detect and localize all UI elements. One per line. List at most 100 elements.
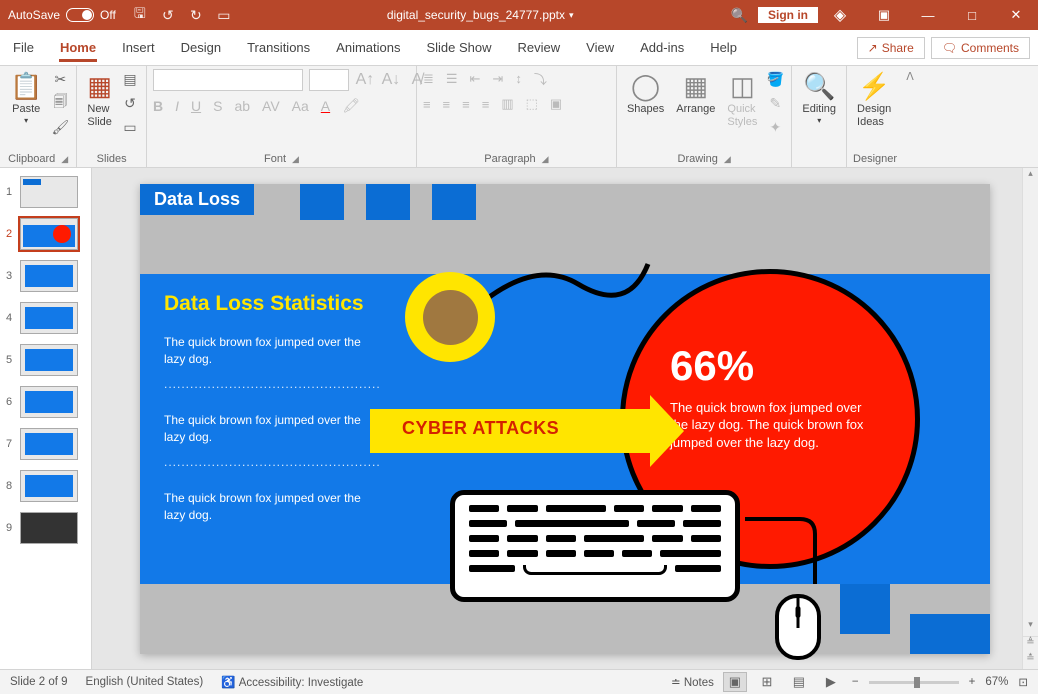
thumbnail-3[interactable]: 3	[0, 258, 91, 294]
tab-animations[interactable]: Animations	[323, 30, 413, 65]
zoom-out-icon[interactable]: −	[852, 676, 859, 688]
slide-canvas-area[interactable]: Data Loss Data Loss Statistics The quick…	[92, 168, 1038, 669]
shape-outline-icon[interactable]: ✎	[765, 93, 785, 113]
text-direction-icon[interactable]: ⤵	[534, 69, 547, 88]
paste-button[interactable]: 📋Paste▾	[6, 69, 46, 127]
footer-square[interactable]	[910, 614, 990, 654]
signin-button[interactable]: Sign in	[758, 7, 818, 23]
stats-title[interactable]: Data Loss Statistics	[164, 292, 364, 316]
keyboard-illustration[interactable]	[450, 490, 740, 602]
stats-text-1[interactable]: The quick brown fox jumped over the lazy…	[164, 334, 364, 369]
layout-icon[interactable]: ▤	[120, 69, 140, 89]
tab-transitions[interactable]: Transitions	[234, 30, 323, 65]
normal-view-icon[interactable]: ▣	[724, 673, 746, 691]
quick-styles-button[interactable]: ◫Quick Styles	[723, 69, 761, 130]
justify-icon[interactable]: ≡	[482, 97, 490, 112]
align-center-icon[interactable]: ≡	[443, 97, 451, 112]
header-square[interactable]	[432, 184, 476, 220]
format-painter-icon[interactable]: 🖌	[50, 117, 70, 137]
tab-home[interactable]: Home	[47, 30, 109, 65]
ribbon-display-icon[interactable]: ▣	[862, 0, 906, 30]
thumbnail-9[interactable]: 9	[0, 510, 91, 546]
title-dropdown-icon[interactable]: ▾	[569, 10, 574, 21]
tab-slideshow[interactable]: Slide Show	[413, 30, 504, 65]
align-right-icon[interactable]: ≡	[462, 97, 470, 112]
tab-review[interactable]: Review	[505, 30, 574, 65]
shadow-icon[interactable]: ab	[234, 98, 250, 114]
font-size-select[interactable]	[309, 69, 349, 91]
share-button[interactable]: ↗Share	[857, 37, 925, 59]
change-case-icon[interactable]: Aa	[292, 98, 309, 114]
design-ideas-button[interactable]: ⚡Design Ideas	[853, 69, 895, 130]
slide-title[interactable]: Data Loss	[140, 184, 254, 215]
undo-icon[interactable]: ↺	[160, 7, 176, 23]
highlight-icon[interactable]: 🖍	[342, 97, 360, 114]
thumbnail-1[interactable]: 1	[0, 174, 91, 210]
tab-addins[interactable]: Add-ins	[627, 30, 697, 65]
font-launcher-icon[interactable]: ◢	[292, 154, 299, 165]
thumbnail-5[interactable]: 5	[0, 342, 91, 378]
zoom-slider[interactable]	[869, 681, 959, 684]
zoom-in-icon[interactable]: +	[969, 676, 976, 688]
new-slide-button[interactable]: ▦New Slide	[83, 69, 116, 130]
footer-square[interactable]	[840, 584, 890, 634]
accessibility-status[interactable]: ♿ Accessibility: Investigate	[221, 675, 363, 689]
arrow-label[interactable]: CYBER ATTACKS	[402, 418, 559, 439]
shapes-button[interactable]: ◯Shapes	[623, 69, 668, 118]
header-square[interactable]	[366, 184, 410, 220]
thumbnail-6[interactable]: 6	[0, 384, 91, 420]
font-color-icon[interactable]: A	[321, 98, 330, 114]
notes-button[interactable]: ≐ Notes	[671, 675, 714, 689]
save-icon[interactable]: 🖫	[132, 7, 148, 23]
section-icon[interactable]: ▭	[120, 117, 140, 137]
char-spacing-icon[interactable]: AV	[262, 98, 280, 114]
tab-insert[interactable]: Insert	[109, 30, 168, 65]
spark-core[interactable]	[423, 290, 478, 345]
align-left-icon[interactable]: ≡	[423, 97, 431, 112]
close-icon[interactable]: ✕	[994, 0, 1038, 30]
autosave-switch-icon[interactable]	[66, 8, 94, 22]
bold-icon[interactable]: B	[153, 98, 163, 114]
indent-inc-icon[interactable]: ⇥	[492, 71, 503, 87]
thumbnail-2[interactable]: 2	[0, 216, 91, 252]
stats-text-2[interactable]: The quick brown fox jumped over the lazy…	[164, 412, 364, 447]
shape-effects-icon[interactable]: ✦	[765, 117, 785, 137]
numbering-icon[interactable]: ☰	[446, 71, 458, 87]
scroll-down-icon[interactable]: ▾	[1023, 619, 1038, 635]
fit-to-window-icon[interactable]: ⊡	[1018, 675, 1028, 689]
slide-thumbnail-panel[interactable]: 1 2 3 4 5 6 7 8 9	[0, 168, 92, 669]
upcoming-features-icon[interactable]: ◈	[818, 0, 862, 30]
sorter-view-icon[interactable]: ⊞	[756, 673, 778, 691]
thumbnail-4[interactable]: 4	[0, 300, 91, 336]
columns-icon[interactable]: ▥	[501, 96, 513, 112]
header-square[interactable]	[300, 184, 344, 220]
scroll-up-icon[interactable]: ▴	[1023, 168, 1038, 184]
increase-font-icon[interactable]: A↑	[355, 70, 375, 90]
italic-icon[interactable]: I	[175, 98, 179, 114]
bullets-icon[interactable]: ≣	[423, 71, 434, 87]
indent-dec-icon[interactable]: ⇤	[470, 71, 481, 87]
start-from-beginning-icon[interactable]: ▭	[216, 7, 232, 23]
strikethrough-icon[interactable]: S	[213, 98, 222, 114]
clipboard-launcher-icon[interactable]: ◢	[61, 154, 68, 165]
redo-icon[interactable]: ↻	[188, 7, 204, 23]
comments-button[interactable]: 🗨Comments	[931, 37, 1030, 59]
thumbnail-8[interactable]: 8	[0, 468, 91, 504]
collapse-ribbon-icon[interactable]: ᐱ	[903, 70, 917, 83]
tab-design[interactable]: Design	[168, 30, 234, 65]
thumbnail-7[interactable]: 7	[0, 426, 91, 462]
slide-counter[interactable]: Slide 2 of 9	[10, 676, 68, 688]
cut-icon[interactable]: ✂	[50, 69, 70, 89]
smartart-icon[interactable]: ▣	[550, 96, 562, 112]
bomb-percent[interactable]: 66%	[670, 342, 754, 390]
tab-file[interactable]: File	[0, 30, 47, 65]
slideshow-view-icon[interactable]: ▶	[820, 673, 842, 691]
shape-fill-icon[interactable]: 🪣	[765, 69, 785, 89]
autosave-toggle[interactable]: AutoSave Off	[0, 8, 124, 22]
editing-button[interactable]: 🔍Editing▾	[798, 69, 840, 127]
align-text-icon[interactable]: ⬚	[526, 96, 538, 112]
prev-slide-icon[interactable]: ≜	[1023, 636, 1038, 652]
decrease-font-icon[interactable]: A↓	[381, 70, 401, 90]
underline-icon[interactable]: U	[191, 98, 201, 114]
maximize-icon[interactable]: □	[950, 0, 994, 30]
